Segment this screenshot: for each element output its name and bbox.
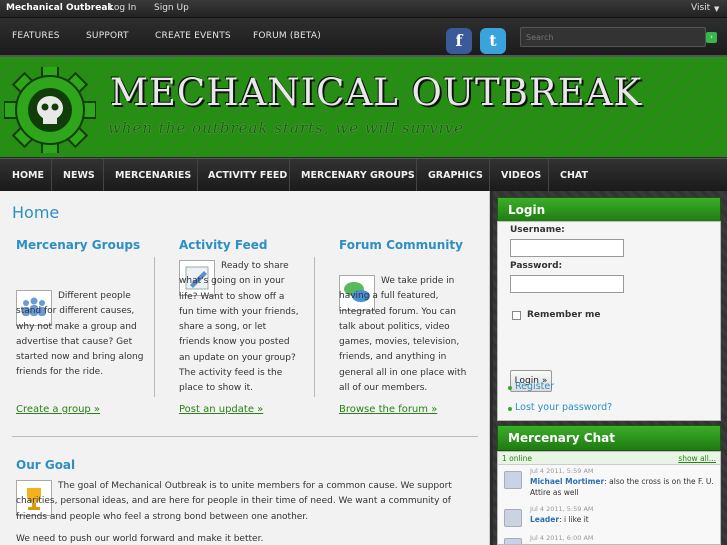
chat-timestamp: Jul 4 2011, 5:59 AM [530,505,594,513]
site-tagline: when the outbreak starts, we will surviv… [108,119,465,137]
username-field[interactable] [510,239,624,257]
online-count: 1 online [502,454,533,463]
username-label: Username: [510,225,565,235]
remember-me-checkbox[interactable] [512,311,521,320]
password-label: Password: [510,261,563,271]
avatar[interactable] [504,538,522,544]
section-divider [12,436,478,437]
facebook-icon[interactable]: f [446,28,472,54]
bullet-icon [508,407,512,411]
site-title: MECHANICAL OUTBREAK [110,71,643,114]
login-link[interactable]: Log In [109,3,136,13]
column-divider [154,257,155,397]
page-title: Home [12,203,60,222]
our-goal-text-2: We need to push our world forward and ma… [16,534,264,544]
show-all-link[interactable]: show all... [678,454,716,463]
our-goal-text: The goal of Mechanical Outbreak is to un… [16,481,452,522]
nav-home[interactable]: HOME [12,170,44,181]
password-field[interactable] [510,275,624,293]
chat-username[interactable]: Leader [530,515,559,524]
chat-username[interactable]: Michael Mortimer [530,477,604,486]
column-divider [314,257,315,397]
main-nav: HOME NEWS MERCENARIES ACTIVITY FEED MERC… [0,158,727,192]
nav-mercenary-groups[interactable]: MERCENARY GROUPS [301,170,415,181]
nav-features[interactable]: FEATURES [12,31,60,41]
post-update-link[interactable]: Post an update » [179,404,263,415]
nav-videos[interactable]: VIDEOS [501,170,541,181]
sidebar: Login Username: Password: Remember me Lo… [493,191,727,545]
nav-divider [51,159,52,192]
login-panel-title: Login [497,197,721,223]
mercenary-groups-heading: Mercenary Groups [16,238,141,252]
chat-status-bar: 1 online show all... [498,452,720,465]
login-panel: Username: Password: Remember me Login » … [497,221,721,421]
nav-divider [548,159,549,192]
main-content: Home Mercenary Groups Different people s… [0,191,490,545]
chat-panel-title: Mercenary Chat [497,425,721,451]
nav-graphics[interactable]: GRAPHICS [428,170,483,181]
chat-message-text: i like it [564,515,589,524]
chat-timestamp: Jul 4 2011, 5:59 AM [530,467,594,475]
gear-skull-logo[interactable] [4,67,96,153]
chat-message: Jul 4 2011, 6:00 AM [498,534,720,544]
activity-feed-heading: Activity Feed [179,238,268,252]
nav-divider [289,159,290,192]
forum-community-heading: Forum Community [339,238,463,252]
visit-menu[interactable]: Visit [691,3,710,13]
nav-divider [103,159,104,192]
create-group-link[interactable]: Create a group » [16,404,100,415]
nav-chat[interactable]: CHAT [560,170,588,181]
mercenary-groups-text: Different people stand for different cau… [16,291,144,378]
site-brand-link[interactable]: Mechanical Outbreak [6,3,113,13]
activity-feed-text: Ready to share what's going on in your l… [179,261,299,394]
our-goal-heading: Our Goal [16,458,76,472]
admin-bar: Mechanical Outbreak Log In Sign Up Visit… [0,0,727,18]
chat-timestamp: Jul 4 2011, 6:00 AM [530,534,594,542]
browse-forum-link[interactable]: Browse the forum » [339,404,437,415]
chat-text: Leader: i like it [530,515,589,524]
chat-text: Michael Mortimer: also the cross is on t… [530,477,714,497]
nav-support[interactable]: SUPPORT [86,31,129,41]
bullet-icon [508,386,512,390]
nav-divider [489,159,490,192]
twitter-icon[interactable]: t [480,28,506,54]
remember-me-label: Remember me [527,310,601,320]
avatar[interactable] [504,509,522,527]
nav-divider [416,159,417,192]
signup-link[interactable]: Sign Up [154,3,189,13]
site-banner: MECHANICAL OUTBREAK when the outbreak st… [0,57,727,157]
chat-panel: 1 online show all... Jul 4 2011, 5:59 AM… [497,451,721,545]
nav-create-events[interactable]: CREATE EVENTS [155,31,231,41]
forum-community-text: We take pride in having a full featured,… [339,276,467,394]
search-go-icon[interactable]: › [706,32,717,43]
chevron-down-icon[interactable]: ▼ [714,5,719,13]
nav-news[interactable]: NEWS [63,170,95,181]
lost-password-link[interactable]: Lost your password? [515,402,612,413]
nav-divider [197,159,198,192]
nav-mercenaries[interactable]: MERCENARIES [115,170,191,181]
chat-message: Jul 4 2011, 5:59 AM Michael Mortimer: al… [498,467,720,503]
avatar[interactable] [504,471,522,489]
nav-activity-feed[interactable]: ACTIVITY FEED [208,170,287,181]
nav-forum[interactable]: FORUM (BETA) [253,31,321,41]
register-link[interactable]: Register [515,381,554,392]
chat-message: Jul 4 2011, 5:59 AM Leader: i like it [498,505,720,531]
search-input[interactable] [520,27,706,47]
